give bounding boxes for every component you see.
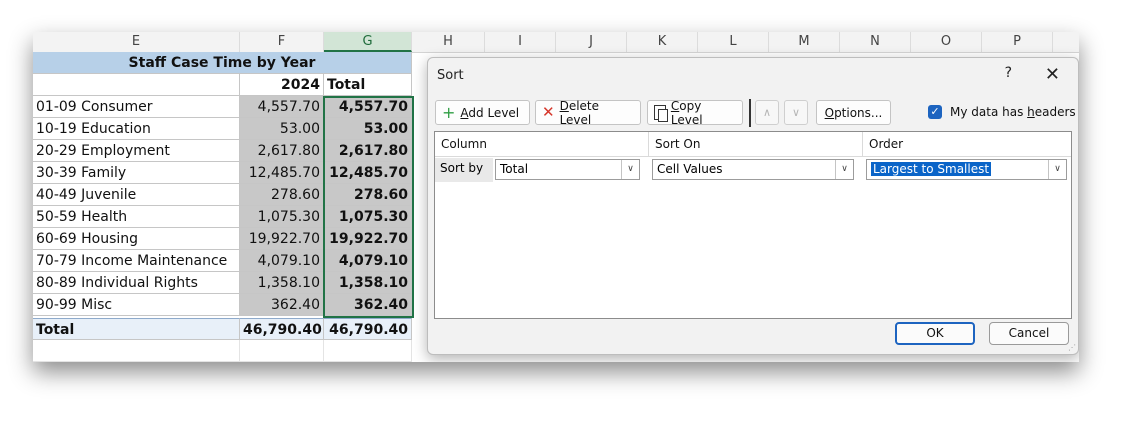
headers-accel: h [1027,105,1035,119]
row-total-value[interactable]: 362.40 [324,294,412,316]
column-select[interactable]: Total ∨ [495,159,640,180]
help-button[interactable]: ? [1005,65,1012,81]
sort-by-label: Sort by [435,158,493,182]
column-header-g[interactable]: G [324,32,412,52]
order-select[interactable]: Largest to Smallest ∨ [866,159,1067,180]
sort-dialog: Sort ? ✕ + Add Level ✕ Delete Level Copy… [427,57,1079,355]
plus-icon: + [442,102,456,122]
row-year-value[interactable]: 4,079.10 [240,250,324,272]
column-heading: Column [435,132,649,157]
ok-button[interactable]: OK [895,322,975,345]
chevron-down-icon: ∨ [1048,160,1066,179]
row-year-value[interactable]: 53.00 [240,118,324,140]
total-total-value[interactable]: 46,790.40 [324,318,412,340]
options-label: ptions... [834,105,883,120]
row-total-value[interactable]: 19,922.70 [324,228,412,250]
column-header-q[interactable] [1053,32,1079,52]
row-year-value[interactable]: 2,617.80 [240,140,324,162]
cancel-button[interactable]: Cancel [989,322,1069,345]
row-year-value[interactable]: 12,485.70 [240,162,324,184]
delete-level-button[interactable]: ✕ Delete Level [535,98,641,127]
row-year-value[interactable]: 1,075.30 [240,206,324,228]
column-header-e[interactable]: E [33,32,240,52]
row-label[interactable]: 01-09 Consumer [33,96,240,118]
column-header-i[interactable]: I [485,32,556,52]
row-label[interactable]: 50-59 Health [33,206,240,228]
headers-post: eaders [1034,105,1076,119]
chevron-down-icon: ∨ [621,160,639,179]
add-level-button[interactable]: + Add Level [435,100,530,125]
total-label[interactable]: Total [33,318,240,340]
options-accel: O [824,105,835,120]
sort-on-select[interactable]: Cell Values ∨ [652,159,854,180]
sort-levels-pane: Column Sort On Order Sort by Total ∨ Cel… [434,131,1072,319]
row-total-value[interactable]: 1,358.10 [324,272,412,294]
close-icon[interactable]: ✕ [1045,64,1060,85]
row-label[interactable]: 10-19 Education [33,118,240,140]
delete-level-accel: D [559,98,569,113]
add-level-label: dd Level [468,105,520,120]
header-label-cell[interactable] [33,74,240,96]
column-header-f[interactable]: F [240,32,324,52]
row-label[interactable]: 90-99 Misc [33,294,240,316]
order-select-value: Largest to Smallest [869,161,993,177]
row-label[interactable]: 60-69 Housing [33,228,240,250]
order-heading: Order [863,132,1071,157]
empty-cell[interactable] [240,340,324,362]
row-year-value[interactable]: 1,358.10 [240,272,324,294]
header-year-cell[interactable]: 2024 [240,74,324,96]
row-label[interactable]: 20-29 Employment [33,140,240,162]
copy-level-button[interactable]: Copy Level [647,98,743,127]
row-label[interactable]: 70-79 Income Maintenance [33,250,240,272]
row-total-value[interactable]: 4,079.10 [324,250,412,272]
sort-on-select-value: Cell Values [657,162,723,176]
delete-x-icon: ✕ [542,103,555,121]
column-header-bar: E F G H I J K L M N O P [33,32,1079,53]
copy-icon [654,105,668,122]
row-year-value[interactable]: 362.40 [240,294,324,316]
headers-checkbox-label[interactable]: My data has headers [950,105,1076,119]
table-title[interactable]: Staff Case Time by Year [33,52,412,74]
column-select-value: Total [500,162,529,176]
row-total-value[interactable]: 12,485.70 [324,162,412,184]
move-up-icon[interactable]: ∧ [755,100,779,125]
column-header-p[interactable]: P [982,32,1053,52]
header-total-cell[interactable]: Total [324,74,412,96]
row-year-value[interactable]: 19,922.70 [240,228,324,250]
headers-checkbox[interactable]: ✓ [928,105,942,119]
column-header-m[interactable]: M [769,32,840,52]
options-button[interactable]: Options... [816,100,891,125]
empty-cell[interactable] [33,340,240,362]
toolbar-separator [749,99,751,127]
column-header-h[interactable]: H [412,32,485,52]
headers-pre: My data has [950,105,1028,119]
column-header-o[interactable]: O [911,32,982,52]
row-label[interactable]: 40-49 Juvenile [33,184,240,206]
row-total-value[interactable]: 4,557.70 [324,96,412,118]
row-label[interactable]: 80-89 Individual Rights [33,272,240,294]
excel-window: E F G H I J K L M N O P Staff Case Time … [33,32,1079,362]
dialog-title: Sort [437,68,464,83]
column-header-n[interactable]: N [840,32,911,52]
column-header-l[interactable]: L [698,32,769,52]
resize-grip-icon[interactable]: ⋰ [1068,344,1076,352]
copy-level-accel: C [670,98,680,113]
row-year-value[interactable]: 278.60 [240,184,324,206]
row-total-value[interactable]: 1,075.30 [324,206,412,228]
row-year-value[interactable]: 4,557.70 [240,96,324,118]
chevron-down-icon: ∨ [835,160,853,179]
row-total-value[interactable]: 53.00 [324,118,412,140]
total-year-value[interactable]: 46,790.40 [240,318,324,340]
sort-on-heading: Sort On [649,132,863,157]
move-down-icon[interactable]: ∨ [784,100,808,125]
row-label[interactable]: 30-39 Family [33,162,240,184]
empty-cell[interactable] [324,340,412,362]
row-total-value[interactable]: 2,617.80 [324,140,412,162]
row-total-value[interactable]: 278.60 [324,184,412,206]
column-header-j[interactable]: J [556,32,627,52]
column-header-k[interactable]: K [627,32,698,52]
